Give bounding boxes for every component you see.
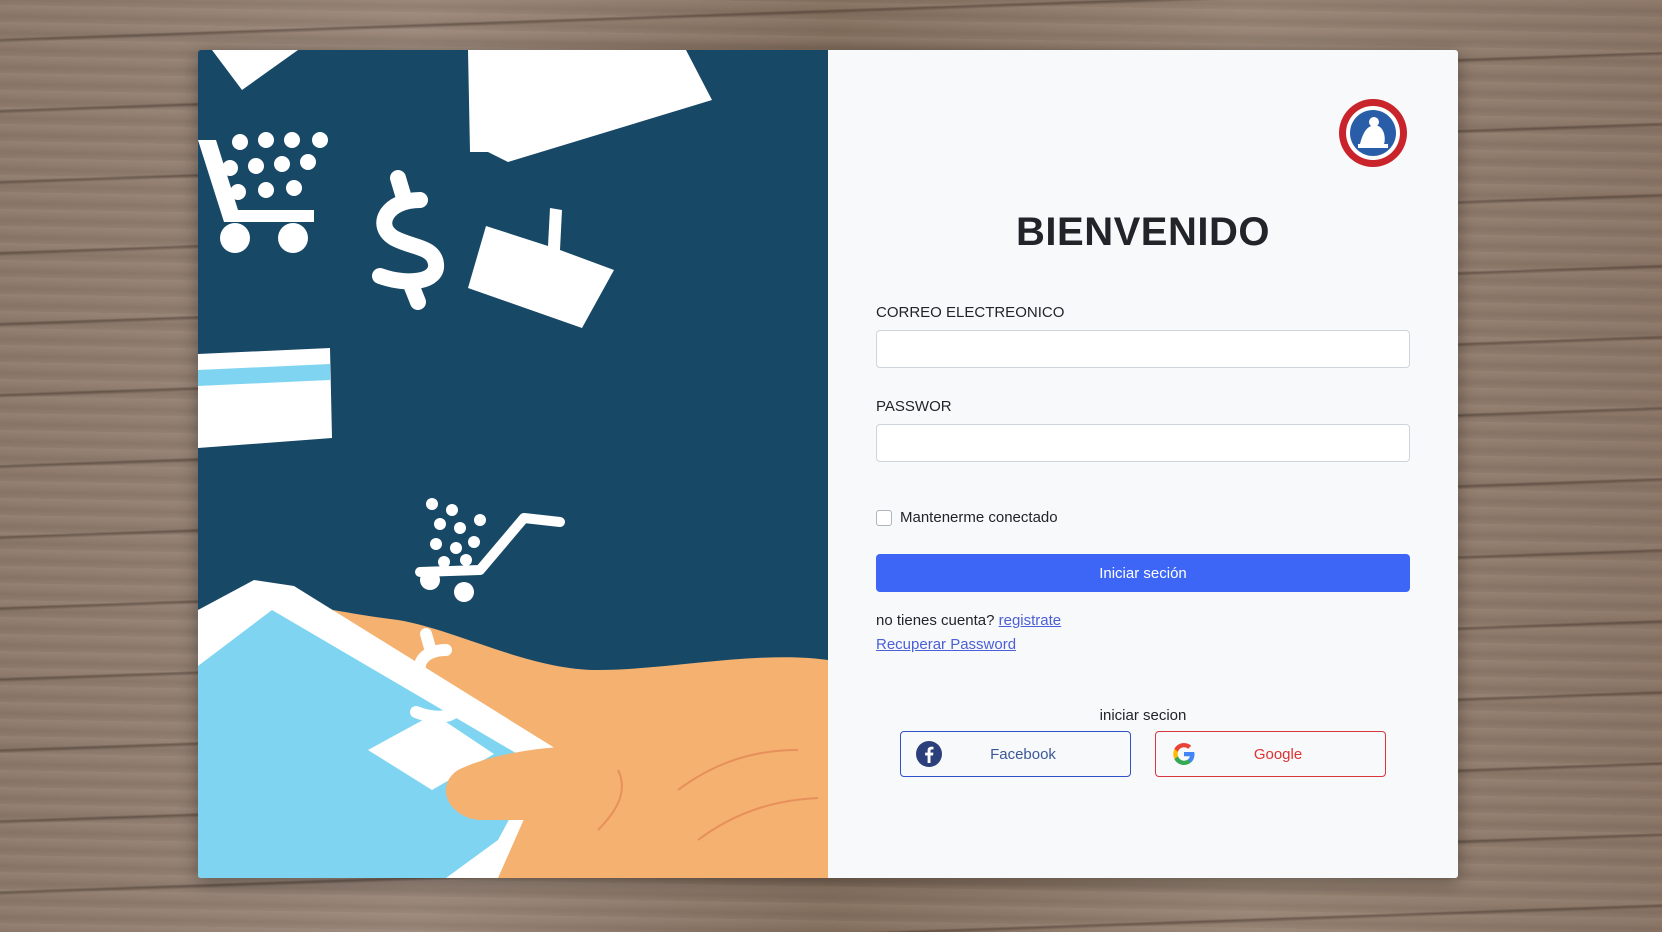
password-field[interactable] bbox=[876, 424, 1410, 462]
google-icon bbox=[1173, 743, 1195, 765]
signup-line: no tienes cuenta? registrate bbox=[876, 612, 1061, 629]
cart-icon bbox=[198, 132, 328, 253]
password-label: PASSWOR bbox=[876, 398, 952, 415]
login-panel: BIENVENIDO CORREO ELECTREONICO PASSWOR M… bbox=[828, 50, 1458, 878]
university-seal-logo bbox=[1339, 99, 1407, 167]
dollar-icon bbox=[372, 170, 444, 310]
remember-label[interactable]: Mantenerme conectado bbox=[900, 509, 1058, 526]
signup-link[interactable]: registrate bbox=[999, 612, 1062, 629]
remember-checkbox[interactable] bbox=[876, 509, 892, 526]
shopping-illustration bbox=[198, 50, 828, 878]
login-card: BIENVENIDO CORREO ELECTREONICO PASSWOR M… bbox=[198, 50, 1458, 878]
signup-prompt: no tienes cuenta? bbox=[876, 612, 995, 629]
google-login-button[interactable]: Google bbox=[1155, 731, 1386, 777]
facebook-label: Facebook bbox=[990, 745, 1056, 763]
facebook-icon bbox=[916, 741, 942, 767]
email-label: CORREO ELECTREONICO bbox=[876, 304, 1065, 321]
social-heading: iniciar secion bbox=[1099, 707, 1187, 724]
cart-icon bbox=[415, 498, 565, 602]
login-button[interactable]: Iniciar seción bbox=[876, 554, 1410, 592]
facebook-login-button[interactable]: Facebook bbox=[900, 731, 1131, 777]
recover-password-link[interactable]: Recuperar Password bbox=[876, 636, 1016, 653]
google-label: Google bbox=[1253, 745, 1303, 763]
remember-me: Mantenerme conectado bbox=[876, 509, 1058, 526]
page-title: BIENVENIDO bbox=[1016, 210, 1270, 254]
illustration-panel bbox=[198, 50, 828, 878]
email-field[interactable] bbox=[876, 330, 1410, 368]
